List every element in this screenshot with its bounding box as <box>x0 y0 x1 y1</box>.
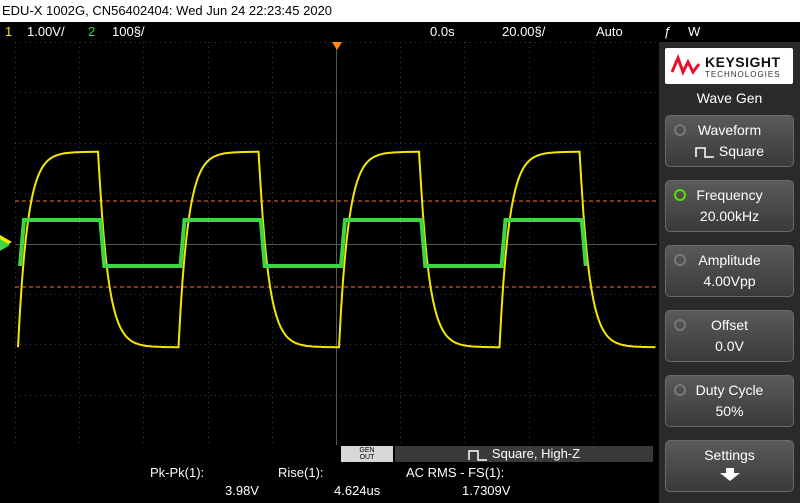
waveform-display[interactable] <box>15 42 657 445</box>
wavegen-status-text: Square, High-Z <box>491 446 581 461</box>
softkey-value: 4.00Vpp <box>703 273 756 289</box>
softkey-duty-cycle[interactable]: Duty Cycle 50% <box>665 375 794 427</box>
softkey-value: 0.0V <box>715 338 744 354</box>
softkey-settings[interactable]: Settings <box>665 440 794 492</box>
ch2-scale[interactable]: 100§/ <box>112 22 145 42</box>
trigger-source[interactable]: W <box>688 22 700 42</box>
wavegen-status: Square, High-Z <box>395 446 653 462</box>
measurement-value-acrms: 1.7309V <box>462 483 511 498</box>
softkey-label: Offset <box>710 317 749 333</box>
menu-title: Wave Gen <box>696 90 763 106</box>
softkey-offset[interactable]: Offset 0.0V <box>665 310 794 362</box>
square-wave-icon <box>468 449 487 461</box>
measurement-label-acrms: AC RMS - FS(1): <box>406 465 505 480</box>
keysight-wave-icon <box>671 54 701 76</box>
softkey-label: Waveform <box>697 122 762 138</box>
softkey-value: 20.00kHz <box>699 208 760 224</box>
brand-subtitle: TECHNOLOGIES <box>705 70 781 79</box>
softkey-value: Square <box>718 143 765 159</box>
arrow-down-icon <box>719 468 740 481</box>
gen-out-line2: OUT <box>359 454 375 461</box>
trigger-position-marker[interactable] <box>332 42 342 50</box>
trigger-icon: ƒ <box>664 24 672 39</box>
ground-marker[interactable] <box>0 233 15 253</box>
measurement-value-rise: 4.624us <box>334 483 381 498</box>
ch1-number[interactable]: 1 <box>5 22 12 42</box>
keysight-logo: KEYSIGHT TECHNOLOGIES <box>665 48 793 84</box>
ch1-scale[interactable]: 1.00V/ <box>27 22 65 42</box>
graticule <box>15 42 657 445</box>
measurement-label-pkpk: Pk-Pk(1): <box>150 465 205 480</box>
softkey-label: Settings <box>704 447 755 463</box>
softkey-waveform[interactable]: Waveform Square <box>665 115 794 167</box>
time-delay[interactable]: 0.0s <box>430 22 455 42</box>
measurement-bar: Pk-Pk(1): 3.98V Rise(1): 4.624us AC RMS … <box>0 463 659 503</box>
wavegen-status-bar: GEN OUT Square, High-Z <box>15 445 657 463</box>
title-text: EDU-X 1002G, CN56402404: Wed Jun 24 22:2… <box>2 3 333 18</box>
softkey-value: 50% <box>715 403 744 419</box>
softkey-label: Frequency <box>696 187 763 203</box>
ch2-number[interactable]: 2 <box>88 22 95 42</box>
gen-out-button[interactable]: GEN OUT <box>341 446 393 462</box>
title-bar: EDU-X 1002G, CN56402404: Wed Jun 24 22:2… <box>0 0 800 22</box>
measurement-value-pkpk: 3.98V <box>225 483 259 498</box>
measurement-label-rise: Rise(1): <box>278 465 324 480</box>
softkey-label: Duty Cycle <box>695 382 764 398</box>
waveform-plot <box>15 42 657 445</box>
gen-out-line1: GEN <box>359 447 375 454</box>
softkey-label: Amplitude <box>698 252 761 268</box>
status-bar: 1 1.00V/ 2 100§/ 0.0s 20.00§/ Auto ƒ W <box>0 22 800 42</box>
brand-name: KEYSIGHT <box>705 54 781 70</box>
trigger-mode[interactable]: Auto <box>596 22 623 42</box>
time-scale[interactable]: 20.00§/ <box>502 22 545 42</box>
square-wave-icon <box>695 147 714 159</box>
softkey-panel: KEYSIGHT TECHNOLOGIES Wave Gen Waveform … <box>659 42 800 503</box>
softkey-amplitude[interactable]: Amplitude 4.00Vpp <box>665 245 794 297</box>
softkey-frequency[interactable]: Frequency 20.00kHz <box>665 180 794 232</box>
